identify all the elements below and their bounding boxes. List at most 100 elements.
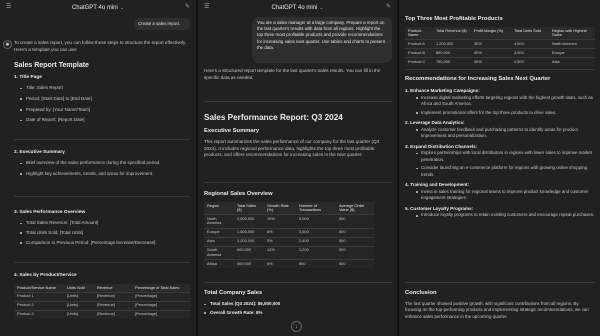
table-cell: South America xyxy=(204,245,234,260)
column-header: Revenue xyxy=(94,284,132,293)
table-cell: Product 1 xyxy=(14,291,64,302)
list-item: Date of Report: [Report Date] xyxy=(14,117,190,124)
table-row: South America 600,000 12% 1,200 500 xyxy=(204,245,374,260)
table-cell: 6% xyxy=(264,259,296,268)
column-header: Total Sales ($) xyxy=(234,202,264,215)
section-heading: Recommendations for Increasing Sales Nex… xyxy=(405,76,551,82)
table-cell: Product 3 xyxy=(14,309,64,319)
column-header: Region with Highest Sales xyxy=(549,27,595,40)
column-header: Product Name xyxy=(405,27,433,40)
table-cell: 2,500,000 xyxy=(234,214,264,229)
company-sales-list: Total Sales (Q3 2024): $6,500,000 Overal… xyxy=(198,301,392,317)
recommendation-title: 1. Enhance Marketing Campaigns: xyxy=(405,88,480,93)
user-message: Create a sales report. xyxy=(134,18,190,30)
report-title: Sales Performance Report: Q3 2024 xyxy=(204,113,343,122)
divider xyxy=(14,139,190,140)
column-header: Total Units Sold xyxy=(511,27,549,40)
table-cell: 2,400 xyxy=(296,236,336,247)
list-item: Comparison to Previous Period: [Percenta… xyxy=(14,240,190,247)
table-cell: Product B xyxy=(405,48,433,58)
new-chat-icon[interactable]: ✎ xyxy=(185,3,190,10)
table-cell: North America xyxy=(549,39,595,49)
column-header: Average Order Value ($) xyxy=(336,202,374,215)
chevron-down-icon: ⌄ xyxy=(319,4,324,11)
table-row: Europe 1,800,000 8% 3,600 500 xyxy=(204,227,374,238)
sidebar-toggle-icon[interactable]: ☰ xyxy=(6,3,11,10)
table-row: Product C 750,000 35% 2,500 Asia xyxy=(405,57,595,67)
column-header: Number of Transactions xyxy=(296,202,336,215)
assistant-intro: Here's a structured report template for … xyxy=(204,68,381,80)
section-list: Title: Sales Report Period: [Start Date]… xyxy=(14,85,190,124)
column-header: Region xyxy=(204,202,234,215)
table-row: Africa 400,000 6% 800 500 xyxy=(204,259,374,268)
table-cell: [Units] xyxy=(64,309,94,319)
divider xyxy=(204,282,392,283)
table-cell: [Percentage] xyxy=(132,291,190,302)
recommendation-title: 5. Customer Loyalty Programs: xyxy=(405,205,474,211)
table-cell: 500 xyxy=(336,236,374,247)
section-heading: 1. Title Page xyxy=(14,75,42,80)
table-cell: 30% xyxy=(471,39,511,49)
list-item: Total Units Sold: [Total Units] xyxy=(14,230,190,237)
table-cell: 500 xyxy=(336,259,374,268)
table-cell: 800 xyxy=(296,259,336,268)
table-row: Product A 1,200,000 30% 4,000 North Amer… xyxy=(405,39,595,49)
table-cell: 500 xyxy=(336,214,374,229)
list-item: Highlight key achievements, trends, and … xyxy=(14,171,190,178)
scroll-down-icon[interactable]: ↓ xyxy=(291,321,302,332)
list-item: Explore partnerships with local distribu… xyxy=(405,150,595,163)
table-cell: 8% xyxy=(264,227,296,238)
table-cell: 500 xyxy=(336,245,374,260)
divider xyxy=(204,101,392,102)
list-item: Implement promotional offers for the top… xyxy=(405,110,595,117)
chat-panel-1: ☰ ChatGPT 4o mini ⌄ ✎ Create a sales repo… xyxy=(0,0,196,336)
list-item: Prepared by: [Your Name/Team] xyxy=(14,107,190,114)
table-cell: Asia xyxy=(549,57,595,67)
table-cell: 10% xyxy=(264,214,296,229)
table-cell: 400,000 xyxy=(234,259,264,268)
chat-panel-3: Top Three Most Profitable Products Produ… xyxy=(399,0,600,336)
section-list: Total Sales Revenue: [Total Amount] Tota… xyxy=(14,220,190,246)
section-heading: 3. Sales Performance Overview xyxy=(14,210,86,215)
section-heading: 2. Executive Summary xyxy=(14,150,65,155)
new-chat-icon[interactable]: ✎ xyxy=(386,3,391,10)
divider xyxy=(14,262,190,263)
list-item: Total Sales (Q3 2024): $6,500,000 xyxy=(198,301,392,308)
list-item: Consider launching an e-commerce platfor… xyxy=(405,165,595,178)
table-row: Product B 800,000 40% 3,000 Europe xyxy=(405,48,595,58)
recommendations-list: 1. Enhance Marketing Campaigns: Increase… xyxy=(405,88,595,219)
table-cell: 40% xyxy=(471,48,511,58)
table-cell: 600,000 xyxy=(234,245,264,260)
table-cell: 1,800,000 xyxy=(234,227,264,238)
table-cell: 5,000 xyxy=(296,214,336,229)
table-header-row: Product/Service Name Units Sold Revenue … xyxy=(14,284,190,293)
column-header: Growth Rate (%) xyxy=(264,202,296,215)
table-row: Asia 1,200,000 5% 2,400 500 xyxy=(204,236,374,247)
table-cell: 1,200,000 xyxy=(433,39,471,49)
list-item: Overall Growth Rate: 8% xyxy=(198,310,392,317)
column-header: Units Sold xyxy=(64,284,94,293)
model-selector[interactable]: ChatGPT 4o mini ⌄ xyxy=(72,5,124,11)
table-cell: 3,000 xyxy=(511,48,549,58)
template-title: Sales Report Template xyxy=(14,62,89,69)
section-heading: Total Company Sales xyxy=(204,290,263,296)
sidebar-toggle-icon[interactable]: ☰ xyxy=(204,3,209,10)
table-cell: [Percentage] xyxy=(132,309,190,319)
table-row: Product 1 [Units] [Revenue] [Percentage] xyxy=(14,291,190,302)
chat-panel-2: ☰ ChatGPT 4o mini ⌄ ✎ You are a sales man… xyxy=(198,0,397,336)
top-products-table: Product Name Total Revenue ($) Profit Ma… xyxy=(405,27,595,67)
column-header: Percentage of Total Sales xyxy=(132,284,190,293)
table-cell: Africa xyxy=(204,259,234,268)
column-header: Product/Service Name xyxy=(14,284,64,293)
table-row: Product 3 [Units] [Revenue] [Percentage] xyxy=(14,309,190,319)
model-selector[interactable]: ChatGPT 4o mini ⌄ xyxy=(271,5,323,11)
list-item: Invest in sales training for regional te… xyxy=(405,189,595,202)
table-cell: [Revenue] xyxy=(94,309,132,319)
section-heading: Conclusion xyxy=(405,290,437,296)
table-cell: North America xyxy=(204,214,234,229)
conclusion-text: The last quarter showed positive growth,… xyxy=(405,301,589,319)
table-cell: [Percentage] xyxy=(132,300,190,311)
list-item: Total Sales Revenue: [Total Amount] xyxy=(14,220,190,227)
recommendation-title: 2. Leverage Data Analytics: xyxy=(405,120,465,126)
table-row: Product 2 [Units] [Revenue] [Percentage] xyxy=(14,300,190,311)
